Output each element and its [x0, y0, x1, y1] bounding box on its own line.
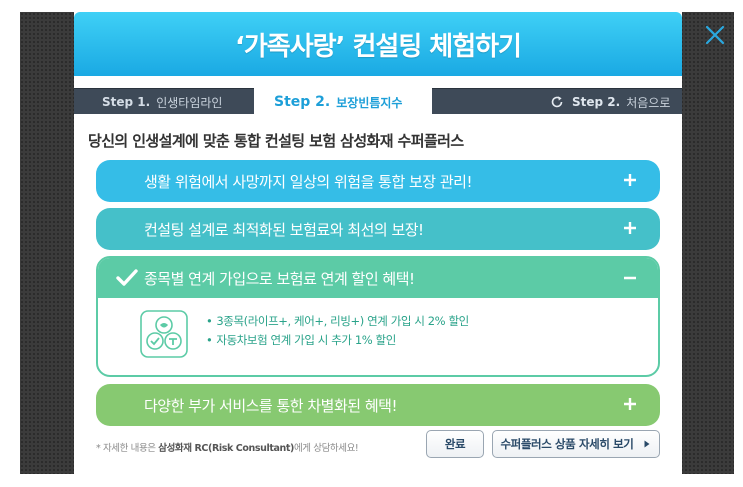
detail-text: 자동차보험 연계 가입 시 추가 1% 할인	[216, 333, 396, 347]
consulting-dialog: ‘가족사랑’ 컨설팅 체험하기 Step 1. 인생타임라인 Step 2. 보…	[74, 12, 682, 474]
headline: 당신의 인생설계에 맞춘 통합 컨설팅 보험 삼성화재 수퍼플러스	[88, 132, 464, 150]
accordion-header[interactable]: 종목별 연계 가입으로 보험료 연계 할인 혜택!	[98, 258, 658, 298]
tab-step-number: Step 2.	[274, 94, 331, 110]
accordion-item-optimized-premium[interactable]: 컨설팅 설계로 최적화된 보험료와 최선의 보장!	[96, 208, 660, 250]
accordion-label: 종목별 연계 가입으로 보험료 연계 할인 혜택!	[144, 269, 415, 288]
footnote: * 자세한 내용은 삼성화재 RC(Risk Consultant)에게 상담하…	[96, 440, 359, 454]
list-item: • 자동차보험 연계 가입 시 추가 1% 할인	[206, 333, 396, 347]
plus-icon	[624, 222, 636, 234]
bundle-discount-icon	[140, 310, 188, 358]
list-item: • 3종목(라이프+, 케어+, 리빙+) 연계 가입 시 2% 할인	[206, 314, 469, 328]
tab-label: 인생타임라인	[156, 95, 223, 110]
restart-step: Step 2.	[572, 95, 621, 109]
plus-icon	[624, 398, 636, 410]
detail-text: 3종목(라이프+, 케어+, 리빙+) 연계 가입 시 2% 할인	[216, 314, 469, 328]
plus-icon	[624, 174, 636, 186]
step-tabbar: Step 1. 인생타임라인 Step 2. 보장빈틈지수 Step 2. 처음…	[74, 87, 682, 117]
done-button[interactable]: 완료	[426, 430, 484, 458]
minus-icon	[624, 276, 636, 280]
tab-label: 보장빈틈지수	[336, 95, 403, 110]
accordion-item-extra-services[interactable]: 다양한 부가 서비스를 통한 차별화된 혜택!	[96, 384, 660, 426]
tab-step2-coverage-gap-index[interactable]: Step 2. 보장빈틈지수	[254, 87, 432, 117]
check-icon	[116, 269, 138, 286]
footnote-suffix: 에게 상담하세요!	[293, 443, 359, 454]
footnote-emphasis: 삼성화재 RC(Risk Consultant)	[158, 443, 294, 454]
accordion-label: 다양한 부가 서비스를 통한 차별화된 혜택!	[144, 396, 397, 415]
benefit-details: • 3종목(라이프+, 케어+, 리빙+) 연계 가입 시 2% 할인 • 자동차보…	[206, 312, 469, 350]
dialog-title: ‘가족사랑’ 컨설팅 체험하기	[74, 12, 682, 76]
refresh-icon	[551, 96, 563, 108]
accordion-label: 컨설팅 설계로 최적화된 보험료와 최선의 보장!	[144, 220, 424, 239]
tab-step-number: Step 1.	[102, 95, 151, 109]
chevron-right-icon	[644, 440, 650, 448]
footnote-prefix: * 자세한 내용은	[96, 443, 159, 454]
product-detail-label: 수퍼플러스 상품 자세히 보기	[500, 437, 634, 451]
accordion-item-bundle-discount: 종목별 연계 가입으로 보험료 연계 할인 혜택! • 3종목(라이프+, 케어+…	[96, 256, 660, 377]
accordion-item-integrated-coverage[interactable]: 생활 위험에서 사망까지 일상의 위험을 통합 보장 관리!	[96, 160, 660, 202]
restart-button[interactable]: Step 2. 처음으로	[550, 89, 670, 115]
product-detail-button[interactable]: 수퍼플러스 상품 자세히 보기	[492, 430, 660, 458]
accordion-label: 생활 위험에서 사망까지 일상의 위험을 통합 보장 관리!	[144, 172, 473, 191]
tab-step1-life-timeline[interactable]: Step 1. 인생타임라인	[102, 89, 222, 115]
restart-label: 처음으로	[626, 95, 671, 110]
close-icon[interactable]	[702, 22, 728, 48]
done-button-label: 완료	[444, 437, 466, 451]
